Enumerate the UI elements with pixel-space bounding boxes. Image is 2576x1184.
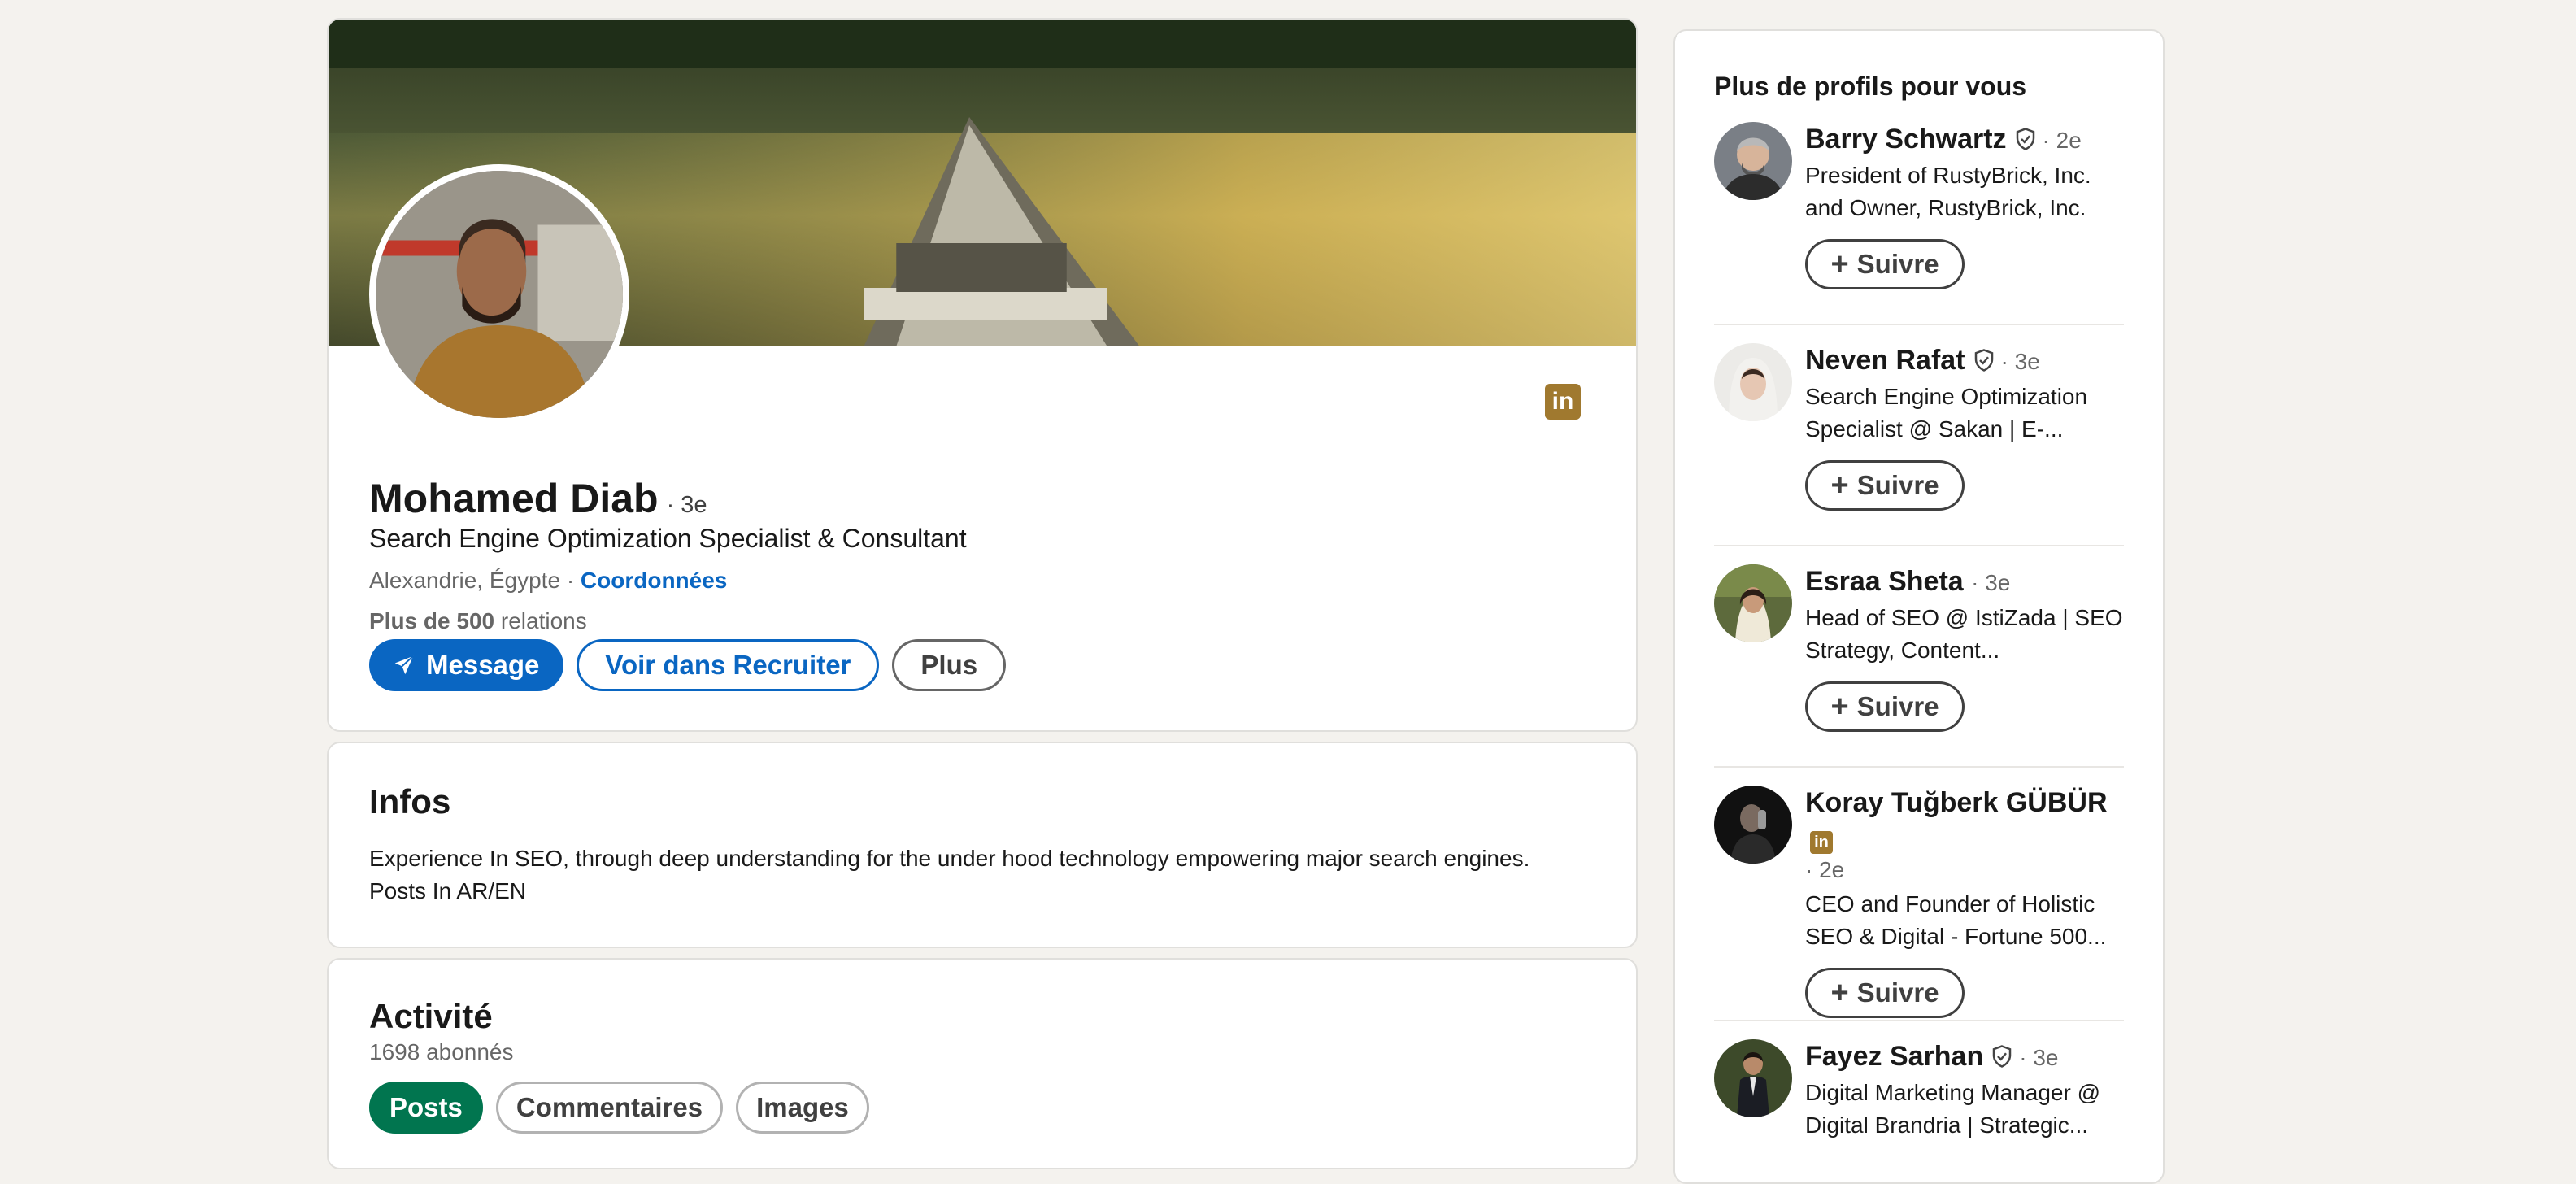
verified-icon	[1992, 1045, 2012, 1068]
suggested-profiles-sidebar: Plus de profils pour vous Barry Schwartz…	[1673, 29, 2165, 1184]
avatar[interactable]	[1714, 786, 1792, 864]
connection-degree: · 3e	[1971, 570, 2011, 595]
connection-degree: · 3e	[2019, 1045, 2059, 1070]
divider	[1714, 1020, 2124, 1021]
plus-icon: +	[1830, 976, 1849, 1010]
connections-label: relations	[494, 608, 587, 633]
connections-count: Plus de 500 relations	[369, 608, 587, 634]
divider	[1714, 324, 2124, 325]
headline-line: President of RustyBrick, Inc.	[1805, 163, 2091, 188]
tab-posts[interactable]: Posts	[369, 1082, 483, 1134]
profile-name[interactable]: Esraa Sheta	[1805, 566, 1964, 597]
headline-line: Search Engine Optimization	[1805, 384, 2088, 409]
contact-info-link[interactable]: Coordonnées	[581, 568, 727, 593]
followers-count: 1698 abonnés	[369, 1039, 514, 1064]
avatar[interactable]	[1714, 564, 1792, 642]
profile-headline: Head of SEO @ IstiZada | SEO Strategy, Co…	[1805, 602, 2124, 667]
linkedin-icon: in	[1545, 384, 1581, 420]
headline-line: Specialist @ Sakan | E-...	[1805, 416, 2064, 442]
follow-label: Suivre	[1856, 691, 1939, 721]
avatar[interactable]	[1714, 343, 1792, 421]
connection-degree: · 2e	[2042, 128, 2082, 153]
profile-name[interactable]: Fayez Sarhan	[1805, 1041, 1983, 1072]
tab-comments[interactable]: Commentaires	[495, 1082, 724, 1134]
plus-icon: +	[1830, 690, 1849, 724]
connection-degree: · 3e	[666, 492, 707, 518]
profile-location: Alexandrie, Égypte ·	[369, 568, 581, 593]
divider	[1714, 545, 2124, 546]
headline-line: Digital Marketing Manager @	[1805, 1080, 2101, 1105]
profile-actions: Message Voir dans Recruiter Plus	[369, 639, 1007, 691]
headline-line: Head of SEO @ IstiZada | SEO	[1805, 605, 2123, 630]
follow-button[interactable]: + Suivre	[1805, 239, 1965, 289]
profile-name: Mohamed Diab	[369, 476, 659, 521]
about-text-line: Experience In SEO, through deep understa…	[369, 846, 1530, 871]
plus-icon: +	[1830, 468, 1849, 503]
profile-headline: Search Engine Optimization Specialist @ S…	[1805, 381, 2124, 446]
follow-label: Suivre	[1856, 470, 1939, 500]
connection-degree: · 2e	[1805, 857, 1845, 882]
profile-headline: CEO and Founder of Holistic SEO & Digital…	[1805, 888, 2124, 953]
headline-line: SEO & Digital - Fortune 500...	[1805, 924, 2107, 949]
message-button-label: Message	[426, 650, 540, 680]
profile-name[interactable]: Barry Schwartz	[1805, 124, 2007, 155]
activity-title: Activité	[369, 997, 493, 1035]
profile-name[interactable]: Neven Rafat	[1805, 345, 1965, 376]
linkedin-premium-icon: in	[1810, 831, 1833, 854]
view-in-recruiter-button[interactable]: Voir dans Recruiter	[577, 639, 880, 691]
headline-line: Strategy, Content...	[1805, 638, 2000, 663]
headline-line: CEO and Founder of Holistic	[1805, 891, 2095, 916]
profile-name[interactable]: Koray Tuğberk GÜBÜR	[1805, 787, 2108, 818]
tab-images[interactable]: Images	[736, 1082, 869, 1134]
about-card: Infos Experience In SEO, through deep un…	[327, 742, 1638, 948]
about-title: Infos	[369, 782, 451, 821]
about-text: Experience In SEO, through deep understa…	[369, 842, 1589, 908]
avatar[interactable]	[1714, 122, 1792, 200]
activity-card: Activité 1698 abonnés Posts Commentaires…	[327, 958, 1638, 1169]
activity-tabs: Posts Commentaires Images	[369, 1082, 869, 1134]
follow-label: Suivre	[1856, 977, 1939, 1008]
profile-headline: President of RustyBrick, Inc. and Owner, …	[1805, 159, 2124, 224]
profile-location-row: Alexandrie, Égypte · Coordonnées	[369, 568, 727, 594]
follow-button[interactable]: + Suivre	[1805, 681, 1965, 732]
divider	[1714, 766, 2124, 768]
headline-line: Digital Brandria | Strategic...	[1805, 1112, 2089, 1138]
profile-avatar[interactable]	[369, 164, 629, 424]
follow-button[interactable]: + Suivre	[1805, 460, 1965, 511]
profile-headline: Digital Marketing Manager @ Digital Brand…	[1805, 1077, 2124, 1142]
plus-icon: +	[1830, 247, 1849, 281]
connections-bold: Plus de 500	[369, 608, 495, 633]
follow-button[interactable]: + Suivre	[1805, 968, 1965, 1018]
connection-degree: · 3e	[2000, 349, 2040, 374]
avatar[interactable]	[1714, 1039, 1792, 1117]
message-button[interactable]: Message	[369, 639, 564, 691]
verified-icon	[1974, 349, 1993, 372]
sidebar-title: Plus de profils pour vous	[1714, 72, 2027, 101]
send-icon	[394, 655, 414, 675]
about-text-line: Posts In AR/EN	[369, 878, 526, 903]
profile-headline: Search Engine Optimization Specialist & …	[369, 524, 967, 553]
more-button[interactable]: Plus	[892, 639, 1007, 691]
headline-line: and Owner, RustyBrick, Inc.	[1805, 195, 2086, 220]
follow-label: Suivre	[1856, 249, 1939, 279]
profile-card: in Mohamed Diab · 3e Search Engine Optim…	[327, 18, 1638, 732]
verified-icon	[2016, 128, 2034, 150]
